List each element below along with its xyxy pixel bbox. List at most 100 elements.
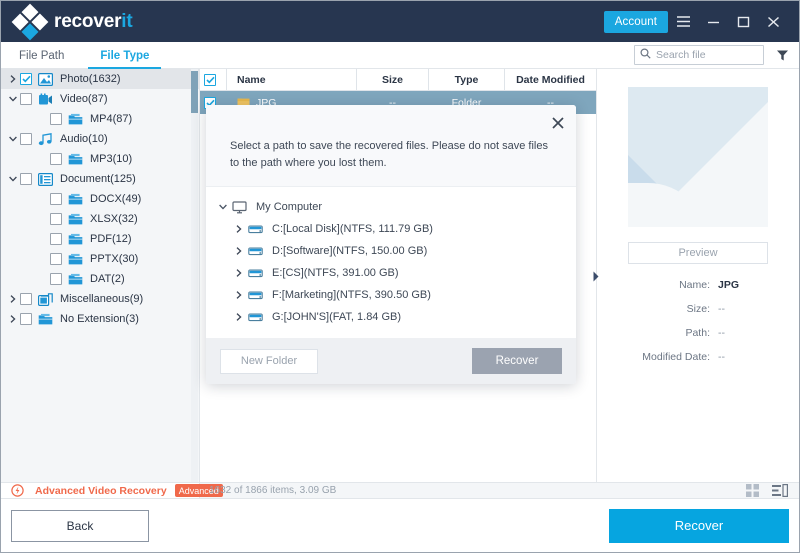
- twisty-right-icon[interactable]: [230, 269, 248, 277]
- column-header-size[interactable]: Size: [356, 69, 428, 90]
- title-bar: recoverit Account: [1, 1, 799, 42]
- dialog-recover-button[interactable]: Recover: [472, 348, 562, 374]
- sidebar-item-checkbox[interactable]: [20, 73, 32, 85]
- twisty-down-icon[interactable]: [214, 204, 232, 210]
- drive-row[interactable]: F:[Marketing](NTFS, 390.50 GB): [214, 284, 576, 306]
- drive-row[interactable]: D:[Software](NTFS, 150.00 GB): [214, 240, 576, 262]
- drive-row[interactable]: E:[CS](NTFS, 391.00 GB): [214, 262, 576, 284]
- sidebar-item-checkbox[interactable]: [50, 153, 62, 165]
- logo-word-dark: recover: [54, 11, 121, 32]
- sidebar-item-document[interactable]: Document(125): [1, 169, 199, 189]
- hamburger-menu-icon[interactable]: [668, 7, 698, 37]
- twisty-right-icon[interactable]: [230, 313, 248, 321]
- file-type-sidebar[interactable]: Photo(1632) Video(87) MP4(87)Audio(10)MP3(…: [1, 69, 200, 482]
- list-view-icon[interactable]: [772, 484, 788, 497]
- sidebar-item-dat[interactable]: DAT(2): [1, 269, 199, 289]
- save-path-dialog: Select a path to save the recovered file…: [206, 105, 576, 384]
- advanced-video-recovery-link[interactable]: Advanced Video Recovery Advanced: [1, 483, 200, 498]
- tab-file-type[interactable]: File Type: [82, 42, 167, 69]
- dialog-message: Select a path to save the recovered file…: [206, 105, 576, 186]
- twisty-down-icon[interactable]: [5, 176, 20, 182]
- folder-icon: [68, 193, 84, 206]
- sidebar-item-miscellaneous[interactable]: Miscellaneous(9): [1, 289, 199, 309]
- sidebar-item-audio[interactable]: Audio(10): [1, 129, 199, 149]
- sidebar-item-checkbox[interactable]: [20, 93, 32, 105]
- drive-label: C:[Local Disk](NTFS, 111.79 GB): [272, 223, 433, 235]
- drive-icon: [248, 267, 266, 280]
- dialog-close-icon[interactable]: [550, 115, 566, 131]
- tab-file-path[interactable]: File Path: [1, 42, 82, 69]
- sidebar-item-label: No Extension(3): [60, 313, 139, 325]
- sidebar-item-photo[interactable]: Photo(1632): [1, 69, 199, 89]
- sidebar-scrollbar[interactable]: [191, 69, 198, 482]
- minimize-icon[interactable]: [698, 7, 728, 37]
- sidebar-item-no-extension[interactable]: No Extension(3): [1, 309, 199, 329]
- twisty-right-icon[interactable]: [230, 247, 248, 255]
- sidebar-item-checkbox[interactable]: [20, 133, 32, 145]
- sidebar-item-mp3[interactable]: MP3(10): [1, 149, 199, 169]
- photo-icon: [38, 73, 54, 86]
- view-toggle-group: [746, 484, 799, 497]
- maximize-icon[interactable]: [728, 7, 758, 37]
- drive-row[interactable]: C:[Local Disk](NTFS, 111.79 GB): [214, 218, 576, 240]
- sidebar-item-label: XLSX(32): [90, 213, 138, 225]
- advanced-recovery-icon: [11, 484, 24, 497]
- sidebar-item-checkbox[interactable]: [50, 233, 62, 245]
- drive-icon: [248, 245, 266, 258]
- document-icon: [38, 173, 54, 186]
- sidebar-item-checkbox[interactable]: [50, 193, 62, 205]
- twisty-right-icon[interactable]: [230, 225, 248, 233]
- column-header-name[interactable]: Name: [226, 69, 356, 90]
- sidebar-item-checkbox[interactable]: [50, 253, 62, 265]
- drive-row[interactable]: G:[JOHN'S](FAT, 1.84 GB): [214, 306, 576, 328]
- sidebar-item-video[interactable]: Video(87): [1, 89, 199, 109]
- twisty-right-icon[interactable]: [5, 75, 20, 83]
- metadata-key: Path:: [597, 327, 710, 339]
- preview-panel: Preview Name:JPG Size:-- Path: --Modified D…: [596, 69, 799, 482]
- column-header-type[interactable]: Type: [428, 69, 504, 90]
- metadata-value: --: [718, 351, 725, 363]
- recoverit-window: recoverit Account File Path File Type: [0, 0, 800, 553]
- folder-icon: [68, 233, 84, 246]
- twisty-right-icon[interactable]: [5, 295, 20, 303]
- back-button[interactable]: Back: [11, 510, 149, 542]
- grid-view-icon[interactable]: [746, 484, 759, 497]
- metadata-value: JPG: [718, 279, 739, 291]
- filter-funnel-icon[interactable]: [776, 49, 789, 62]
- sidebar-item-mp4[interactable]: MP4(87): [1, 109, 199, 129]
- sidebar-item-xlsx[interactable]: XLSX(32): [1, 209, 199, 229]
- select-all-checkbox[interactable]: [200, 69, 226, 90]
- sidebar-item-checkbox[interactable]: [20, 173, 32, 185]
- sidebar-item-label: Video(87): [60, 93, 108, 105]
- metadata-row: Size:--: [597, 303, 799, 315]
- account-button[interactable]: Account: [604, 11, 668, 33]
- twisty-down-icon[interactable]: [5, 96, 20, 102]
- close-icon[interactable]: [758, 7, 788, 37]
- metadata-row: Name:JPG: [597, 279, 799, 291]
- folder-icon: [68, 153, 84, 166]
- metadata-row: Modified Date:--: [597, 351, 799, 363]
- sidebar-scrollbar-thumb[interactable]: [191, 71, 198, 113]
- recover-button[interactable]: Recover: [609, 509, 789, 543]
- drive-label: G:[JOHN'S](FAT, 1.84 GB): [272, 311, 401, 323]
- twisty-down-icon[interactable]: [5, 136, 20, 142]
- twisty-right-icon[interactable]: [230, 291, 248, 299]
- dialog-drive-tree: My Computer C:[Local Disk](NTFS, 111.79 …: [206, 186, 576, 351]
- search-input[interactable]: Search file: [634, 45, 764, 65]
- preview-button[interactable]: Preview: [628, 242, 768, 264]
- sidebar-item-label: DAT(2): [90, 273, 125, 285]
- twisty-right-icon[interactable]: [5, 315, 20, 323]
- sidebar-item-checkbox[interactable]: [50, 113, 62, 125]
- sidebar-item-label: Miscellaneous(9): [60, 293, 143, 305]
- sidebar-item-checkbox[interactable]: [50, 273, 62, 285]
- drive-icon: [248, 223, 266, 236]
- sidebar-item-pdf[interactable]: PDF(12): [1, 229, 199, 249]
- new-folder-button[interactable]: New Folder: [220, 349, 318, 374]
- sidebar-item-checkbox[interactable]: [20, 293, 32, 305]
- sidebar-item-checkbox[interactable]: [20, 313, 32, 325]
- sidebar-item-checkbox[interactable]: [50, 213, 62, 225]
- drive-tree-root[interactable]: My Computer: [214, 196, 576, 218]
- sidebar-item-docx[interactable]: DOCX(49): [1, 189, 199, 209]
- sidebar-item-pptx[interactable]: PPTX(30): [1, 249, 199, 269]
- column-header-date-modified[interactable]: Date Modified: [504, 69, 596, 90]
